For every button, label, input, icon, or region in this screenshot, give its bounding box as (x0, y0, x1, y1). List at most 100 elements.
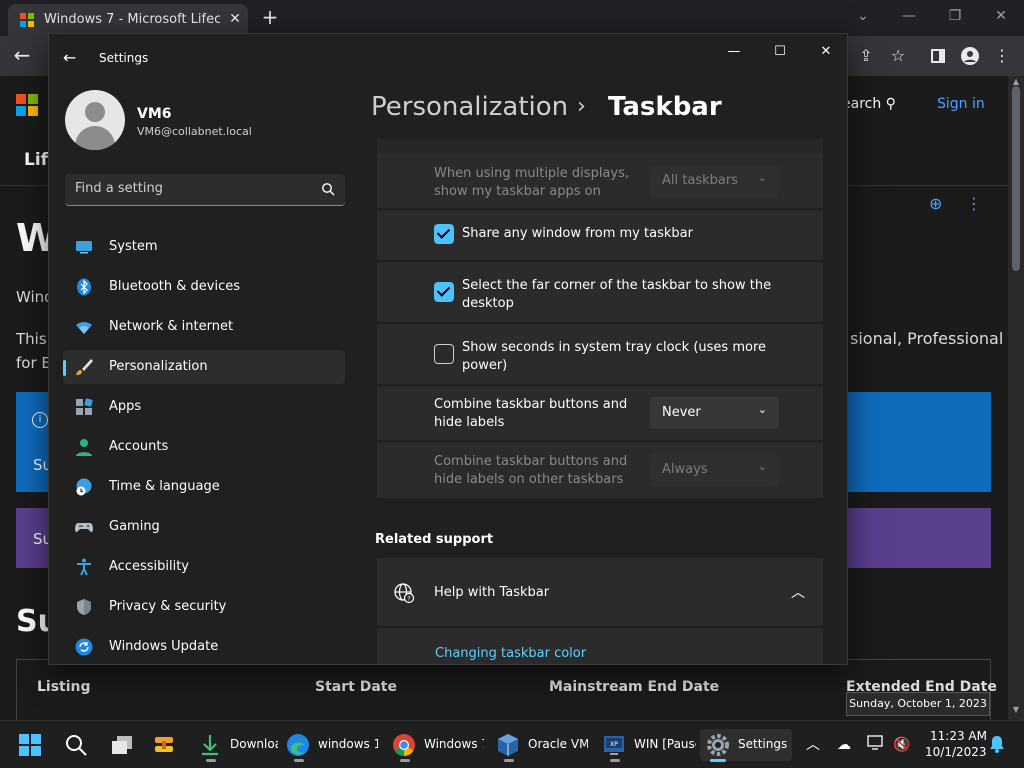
nav-item-privacy-security[interactable]: Privacy & security (63, 590, 345, 624)
dropdown-value: All taskbars (662, 173, 738, 188)
settings-gear-icon (707, 734, 729, 756)
web-search-link[interactable]: earch ⚲ (842, 96, 896, 112)
nav-item-gaming[interactable]: Gaming (63, 510, 345, 544)
nav-item-time-language[interactable]: Time & language (63, 470, 345, 504)
microsoft-logo-icon[interactable] (16, 94, 38, 116)
nav-item-label: Gaming (109, 519, 160, 534)
browser-restore-icon[interactable]: ❐ (942, 4, 968, 28)
tab-close-icon[interactable]: ✕ (226, 10, 244, 28)
search-icon (66, 735, 87, 756)
settings-minimize-icon[interactable]: — (719, 40, 749, 64)
settings-close-icon[interactable]: ✕ (811, 40, 841, 64)
tray-overflow-chevron-icon[interactable]: ︿ (803, 735, 823, 755)
web-more-icon[interactable]: ⋮ (966, 194, 982, 213)
network-monitor-icon[interactable] (866, 735, 886, 755)
browser-back-icon[interactable]: ← (10, 44, 34, 68)
find-setting-input[interactable] (75, 181, 305, 196)
new-tab-button[interactable]: + (258, 6, 282, 30)
web-text-line-right: sional, Professional (850, 329, 1004, 348)
browser-tab-strip: Windows 7 - Microsoft Lifecycle ✕ + ⌄ — … (0, 0, 1024, 36)
nav-item-label: Personalization (109, 359, 208, 374)
chrome-icon (393, 734, 415, 756)
bookmark-star-icon[interactable]: ☆ (886, 44, 910, 68)
settings-back-icon[interactable]: ← (63, 48, 83, 68)
nav-item-accessibility[interactable]: Accessibility (63, 550, 345, 584)
nav-item-accounts[interactable]: Accounts (63, 430, 345, 464)
find-setting-box[interactable] (65, 174, 345, 206)
breadcrumb-parent[interactable]: Personalization (371, 92, 568, 122)
nav-item-personalization[interactable]: Personalization (63, 350, 345, 384)
nav-item-apps[interactable]: Apps (63, 390, 345, 424)
taskbar-app-edge[interactable]: windows 11 (286, 729, 382, 762)
help-with-taskbar-label[interactable]: Help with Taskbar (434, 585, 549, 600)
nav-item-system[interactable]: System (63, 230, 345, 264)
scroll-down-icon[interactable]: ▼ (1008, 704, 1024, 716)
onedrive-icon[interactable]: ☁ (834, 735, 854, 755)
settings-maximize-icon[interactable]: ☐ (765, 40, 795, 64)
browser-close-icon[interactable]: ✕ (988, 4, 1014, 28)
nav-item-label: Network & internet (109, 319, 234, 334)
edge-icon (287, 734, 309, 756)
show-seconds-checkbox[interactable] (434, 344, 454, 364)
taskbar-app-label: WIN [Pause (634, 737, 696, 751)
start-button[interactable] (18, 729, 50, 761)
taskbar-app-vm-xp[interactable]: XP WIN [Pause (602, 729, 698, 762)
share-window-label[interactable]: Share any window from my taskbar (462, 225, 782, 243)
avatar[interactable] (65, 90, 125, 150)
combine-other-dropdown[interactable]: Always ⌄ (650, 454, 779, 486)
taskbar-app-label: Downloa (230, 737, 278, 751)
virtualbox-icon (498, 734, 518, 756)
combine-label: Combine taskbar buttons and hide labels (434, 397, 628, 430)
taskbar-app-label: Oracle VM V (528, 737, 588, 751)
web-lifecycle-table (16, 659, 991, 720)
browser-tab-title: Windows 7 - Microsoft Lifecycle (44, 12, 220, 27)
taskbar-app-settings[interactable]: Settings (700, 729, 792, 762)
browser-menu-icon[interactable]: ⋮ (990, 44, 1014, 68)
svg-text:?: ? (407, 595, 410, 603)
web-scrollbar[interactable]: ▲ ▼ (1008, 76, 1024, 720)
nav-item-label: Privacy & security (109, 599, 227, 614)
web-signin-link[interactable]: Sign in (937, 96, 985, 112)
taskbar-clock-time[interactable]: 11:23 AM (930, 729, 987, 743)
windows-taskbar: Downloa windows 11 Windows 7 Oracle VM V… (0, 720, 1024, 768)
notification-bell-icon[interactable] (987, 735, 1007, 755)
show-seconds-label[interactable]: Show seconds in system tray clock (uses … (462, 339, 792, 375)
taskbar-app-virtualbox[interactable]: Oracle VM V (496, 729, 592, 762)
share-icon[interactable]: ⇪ (854, 44, 878, 68)
nav-item-label: Windows Update (109, 639, 219, 654)
profile-icon[interactable] (958, 44, 982, 68)
far-corner-checkbox[interactable] (434, 282, 454, 302)
brush-icon (76, 359, 93, 375)
chevron-up-icon[interactable]: ︿ (791, 582, 805, 602)
combine-dropdown[interactable]: Never ⌄ (650, 397, 779, 429)
side-panel-icon[interactable] (926, 44, 950, 68)
taskbar-clock-date[interactable]: 10/1/2023 (925, 745, 987, 759)
taskbar-search-button[interactable] (64, 729, 96, 761)
taskbar-app-downloads[interactable]: Downloa (198, 729, 280, 762)
search-icon[interactable] (321, 182, 335, 196)
multi-display-dropdown[interactable]: All taskbars ⌄ (650, 165, 779, 197)
browser-tab[interactable]: Windows 7 - Microsoft Lifecycle ✕ (8, 4, 248, 36)
nav-item-bluetooth[interactable]: Bluetooth & devices (63, 270, 345, 304)
share-window-checkbox[interactable] (434, 224, 454, 244)
nav-item-network[interactable]: Network & internet (63, 310, 345, 344)
table-header-start-date: Start Date (315, 679, 397, 695)
chevron-down-icon: ⌄ (757, 460, 767, 473)
web-add-icon[interactable]: ⊕ (929, 194, 942, 213)
taskbar-app-chrome[interactable]: Windows 7 (392, 729, 488, 762)
download-icon (202, 735, 218, 756)
nav-item-windows-update[interactable]: Windows Update (63, 630, 345, 664)
clock-globe-icon (76, 478, 92, 496)
browser-minimize-icon[interactable]: — (896, 4, 922, 28)
task-view-button[interactable] (110, 729, 142, 761)
changing-taskbar-color-link[interactable]: Changing taskbar color (435, 646, 586, 661)
nav-item-label: Time & language (109, 479, 220, 494)
taskbar-app-tool[interactable] (152, 729, 184, 761)
tool-app-icon (155, 737, 173, 752)
speaker-muted-icon[interactable]: 🔇 (892, 735, 912, 755)
tab-search-icon[interactable]: ⌄ (850, 4, 876, 28)
running-indicator (206, 759, 216, 762)
scroll-thumb[interactable] (1012, 86, 1020, 271)
far-corner-label[interactable]: Select the far corner of the taskbar to … (462, 277, 792, 313)
web-text-line: for E (16, 354, 51, 372)
